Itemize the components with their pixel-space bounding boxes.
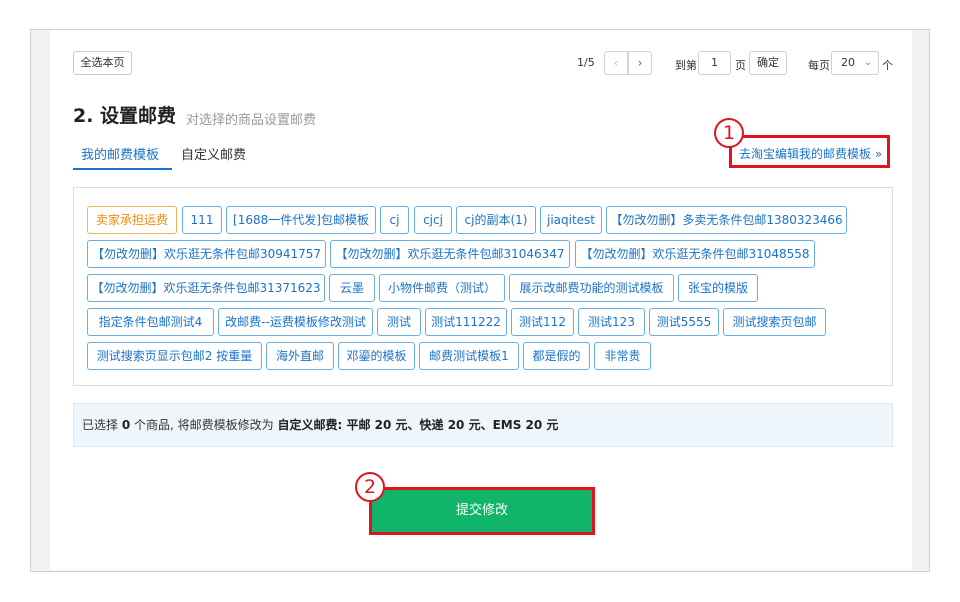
template-chip[interactable]: 【勿改勿删】欢乐逛无条件包邮31048558 [575,240,815,268]
template-chip[interactable]: 【勿改勿删】欢乐逛无条件包邮30941757 [87,240,326,268]
step-marker-1: 1 [714,118,744,148]
per-page-select[interactable]: 20 ⌄ [831,51,879,75]
chevron-right-icon: › [637,56,643,70]
section-subtitle: 对选择的商品设置邮费 [186,113,317,128]
goto-confirm-button[interactable]: 确定 [749,51,787,75]
page-label: 页 [735,59,746,72]
template-chip[interactable]: 测试搜索页显示包邮2 按重量 [87,342,262,370]
template-chip[interactable]: cj [380,206,409,234]
template-chip[interactable]: 111 [182,206,222,234]
template-chip[interactable]: 邮费测试模板1 [419,342,519,370]
summary-prefix: 已选择 [82,418,119,432]
template-chip[interactable]: 指定条件包邮测试4 [87,308,214,336]
goto-label: 到第 [675,59,697,72]
template-chip[interactable]: 云墨 [329,274,375,302]
template-chip[interactable]: 都是假的 [523,342,590,370]
selected-count: 0 [121,418,131,432]
summary-middle: 个商品, 将邮费模板修改为 [134,418,274,432]
template-chip[interactable]: cjcj [414,206,452,234]
template-chip[interactable]: jiaqitest [540,206,602,234]
tab-custom-postage[interactable]: 自定义邮费 [181,144,246,163]
chevron-left-icon: ‹ [613,56,619,70]
template-chip[interactable]: 测试5555 [649,308,719,336]
step-marker-2: 2 [355,472,385,502]
template-chip[interactable]: cj的副本(1) [456,206,536,234]
template-chip[interactable]: 海外直邮 [266,342,334,370]
section-title: 2. 设置邮费 [73,105,177,127]
page-count: 1/5 [577,56,595,69]
template-chip[interactable]: 【勿改勿删】欢乐逛无条件包邮31046347 [330,240,570,268]
goto-page-input[interactable]: 1 [698,51,731,75]
template-chip[interactable]: 【勿改勿删】欢乐逛无条件包邮31371623 [87,274,325,302]
template-chip[interactable]: 卖家承担运费 [87,206,177,234]
select-all-button[interactable]: 全选本页 [73,51,132,75]
chevron-down-icon: ⌄ [863,57,872,68]
selection-summary: 已选择 0 个商品, 将邮费模板修改为 自定义邮费: 平邮 20 元、快递 20… [73,403,893,447]
template-chip[interactable]: [1688一件代发]包邮模板 [226,206,376,234]
active-tab-indicator [73,168,172,170]
tab-my-templates[interactable]: 我的邮费模板 [81,144,159,163]
next-page-button[interactable]: › [628,51,652,75]
summary-setting: 自定义邮费: 平邮 20 元、快递 20 元、EMS 20 元 [277,418,559,432]
template-chip[interactable]: 测试 [377,308,421,336]
template-chip[interactable]: 张宝的模版 [678,274,758,302]
prev-page-button[interactable]: ‹ [604,51,628,75]
template-chip[interactable]: 改邮费--运费模板修改测试 [218,308,373,336]
per-page-value: 20 [841,56,855,69]
per-page-unit: 个 [882,59,893,72]
template-chip[interactable]: 【勿改勿删】多卖无条件包邮1380323466 [606,206,847,234]
edit-templates-link[interactable]: 去淘宝编辑我的邮费模板 » [739,145,882,162]
template-chip[interactable]: 非常贵 [594,342,651,370]
template-chip[interactable]: 小物件邮费（测试） [379,274,505,302]
template-chip[interactable]: 展示改邮费功能的测试模板 [509,274,674,302]
template-chip[interactable]: 测试112 [511,308,574,336]
template-chip[interactable]: 测试123 [578,308,645,336]
per-page-label: 每页 [808,59,830,72]
template-chip[interactable]: 邓鎏的模板 [338,342,415,370]
template-chip[interactable]: 测试111222 [425,308,507,336]
submit-button[interactable]: 提交修改 [372,490,592,532]
template-chip[interactable]: 测试搜索页包邮 [723,308,826,336]
